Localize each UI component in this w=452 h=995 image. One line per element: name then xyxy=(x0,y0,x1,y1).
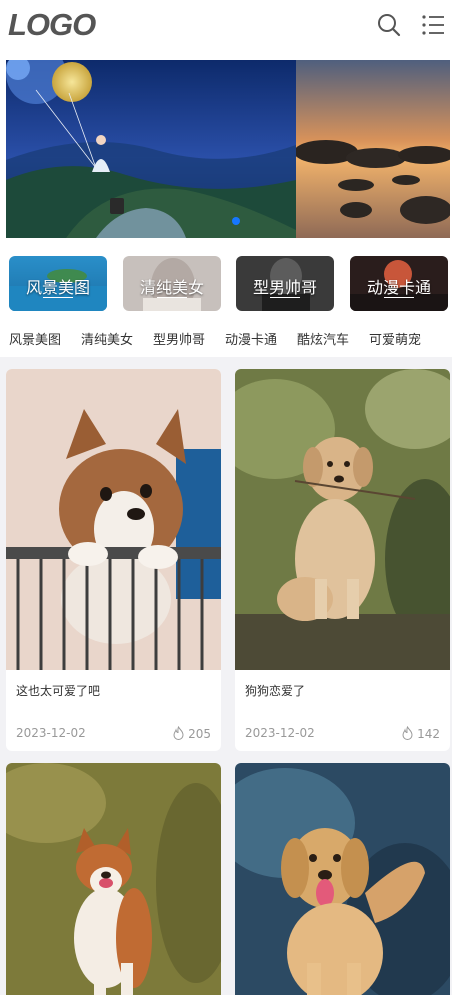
post-image-corgi-puppy[interactable] xyxy=(6,369,221,670)
label-underline xyxy=(270,297,300,298)
post-view-count: 205 xyxy=(188,727,211,741)
category-card-girls[interactable]: 清纯美女 xyxy=(123,256,221,311)
search-icon[interactable] xyxy=(376,12,402,38)
post-date: 2023-12-02 xyxy=(245,726,315,740)
tab-cars[interactable]: 酷炫汽车 xyxy=(297,329,349,348)
label-underline xyxy=(157,297,187,298)
category-card-label: 风景美图 xyxy=(25,278,90,297)
tab-pets[interactable]: 可爱萌宠 xyxy=(369,329,421,348)
post-image-golden-puppy[interactable] xyxy=(235,369,450,670)
flame-icon xyxy=(402,725,413,740)
post-views: 142 xyxy=(401,725,440,741)
post-view-count: 142 xyxy=(417,727,440,741)
category-cards: 风景美图 清纯美女 型男帅哥 动漫卡通 xyxy=(0,245,452,317)
flame-icon xyxy=(173,725,184,740)
tab-landscape[interactable]: 风景美图 xyxy=(9,329,61,348)
post-card[interactable] xyxy=(6,763,221,995)
category-card-label: 清纯美女 xyxy=(139,278,204,297)
top-header: LOGO xyxy=(0,0,452,50)
post-title: 狗狗恋爱了 xyxy=(245,684,306,698)
tab-girls[interactable]: 清纯美女 xyxy=(81,329,133,348)
banner-slide-sunset-rocks[interactable] xyxy=(296,60,450,238)
list-menu-icon[interactable] xyxy=(420,12,446,38)
label-underline xyxy=(384,297,414,298)
category-card-handsome[interactable]: 型男帅哥 xyxy=(236,256,334,311)
post-image-corgi-standing[interactable] xyxy=(6,763,221,995)
post-views: 205 xyxy=(172,725,211,741)
tab-handsome[interactable]: 型男帅哥 xyxy=(153,329,205,348)
post-date: 2023-12-02 xyxy=(16,726,86,740)
category-card-label: 型男帅哥 xyxy=(252,278,317,297)
post-card[interactable]: 狗狗恋爱了 2023-12-02 142 xyxy=(235,369,450,751)
tab-anime[interactable]: 动漫卡通 xyxy=(225,329,277,348)
label-underline xyxy=(43,297,73,298)
category-tabs: 风景美图 清纯美女 型男帅哥 动漫卡通 酷炫汽车 可爱萌宠 xyxy=(0,317,452,357)
category-card-landscape[interactable]: 风景美图 xyxy=(9,256,107,311)
banner-carousel[interactable] xyxy=(0,50,452,245)
category-card-anime[interactable]: 动漫卡通 xyxy=(350,256,448,311)
post-card[interactable]: 这也太可爱了吧 2023-12-02 205 xyxy=(6,369,221,751)
banner-slide-night-girl[interactable] xyxy=(6,60,296,238)
carousel-indicator-dot[interactable] xyxy=(232,217,240,225)
site-logo[interactable]: LOGO xyxy=(8,8,96,42)
post-title: 这也太可爱了吧 xyxy=(16,684,101,698)
post-image-golden-retriever[interactable] xyxy=(235,763,450,995)
category-card-label: 动漫卡通 xyxy=(366,278,431,297)
post-card[interactable] xyxy=(235,763,450,995)
